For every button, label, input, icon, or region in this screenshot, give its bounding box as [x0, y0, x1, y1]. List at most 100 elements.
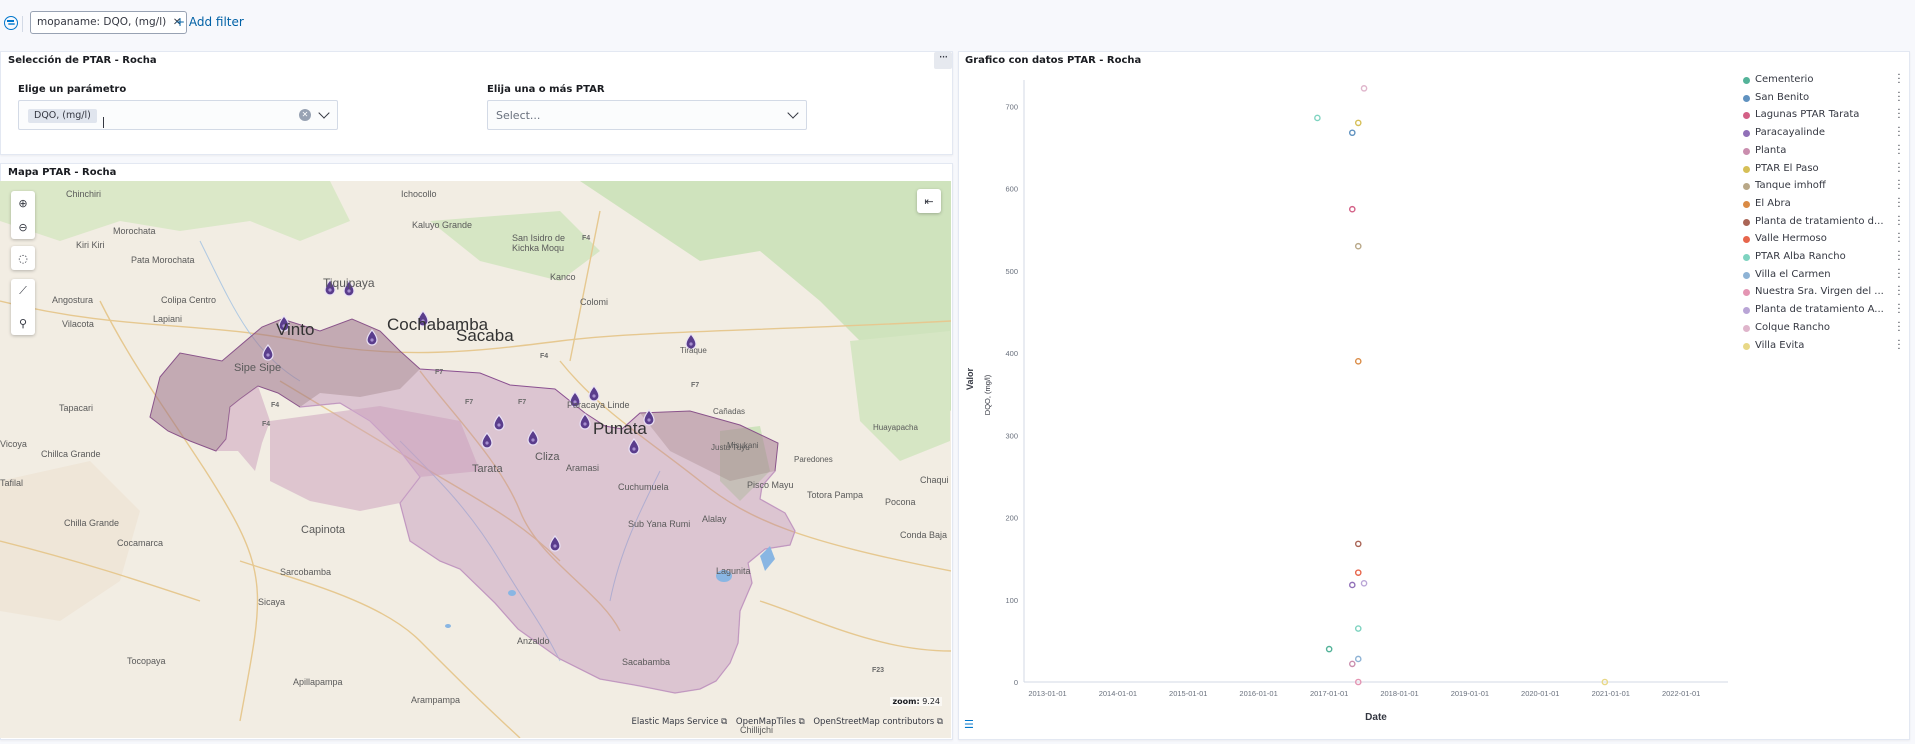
- legend-item[interactable]: San Benito · · ·: [1743, 88, 1901, 106]
- vertical-dots-icon[interactable]: · · ·: [1897, 106, 1901, 124]
- add-filter-button[interactable]: + Add filter: [175, 15, 244, 29]
- vertical-dots-icon[interactable]: · · ·: [1897, 301, 1901, 319]
- vertical-dots-icon[interactable]: · · ·: [1897, 177, 1901, 195]
- vertical-dots-icon[interactable]: · · ·: [1897, 283, 1901, 301]
- legend-label[interactable]: Tanque imhoff: [1755, 180, 1826, 191]
- place-label: Vinto: [276, 320, 314, 339]
- road-label: F4: [271, 402, 279, 409]
- ptar-combobox[interactable]: Select...: [487, 100, 807, 130]
- panel-title: Mapa PTAR - Rocha: [8, 167, 117, 178]
- legend-item[interactable]: Planta de tratamiento A... · · ·: [1743, 301, 1901, 319]
- place-label: Sacaba: [456, 326, 514, 345]
- legend-label[interactable]: Lagunas PTAR Tarata: [1755, 109, 1859, 120]
- parameter-combobox[interactable]: DQO, (mg/l) ✕: [18, 100, 338, 130]
- legend-item[interactable]: Cementerio · · ·: [1743, 71, 1901, 89]
- panel-options-icon[interactable]: ···: [934, 51, 952, 69]
- vertical-dots-icon[interactable]: · · ·: [1897, 194, 1901, 212]
- place-label: Sipe Sipe: [234, 362, 281, 374]
- place-label: Huayapacha: [873, 423, 918, 432]
- legend-item[interactable]: Tanque imhoff · · ·: [1743, 177, 1901, 195]
- vertical-dots-icon[interactable]: · · ·: [1897, 230, 1901, 248]
- filter-pill-label[interactable]: mopaname: DQO, (mg/l): [37, 16, 166, 28]
- legend-color-dot: [1743, 200, 1750, 208]
- legend-label[interactable]: El Abra: [1755, 198, 1791, 209]
- legend-label[interactable]: Paracayalinde: [1755, 127, 1825, 138]
- ptar-placeholder[interactable]: Select...: [496, 109, 540, 122]
- place-label: Tarata: [472, 463, 503, 475]
- legend-item[interactable]: Valle Hermoso · · ·: [1743, 230, 1901, 248]
- vertical-dots-icon[interactable]: · · ·: [1897, 212, 1901, 230]
- attribution-link-openmaptiles[interactable]: OpenMapTiles ⧉: [736, 717, 805, 727]
- place-label: Tapacari: [59, 403, 93, 413]
- legend-item[interactable]: Planta de tratamiento d... · · ·: [1743, 212, 1901, 230]
- draw-shape-icon[interactable]: ⚲: [11, 311, 35, 335]
- chevron-down-icon[interactable]: [318, 107, 330, 119]
- legend-color-dot: [1743, 218, 1750, 226]
- filter-menu-icon[interactable]: [4, 16, 18, 30]
- legend-item[interactable]: El Abra · · ·: [1743, 194, 1901, 212]
- legend-item[interactable]: Villa el Carmen · · ·: [1743, 265, 1901, 283]
- legend-label[interactable]: Colque Rancho: [1755, 322, 1830, 333]
- legend-label[interactable]: Planta: [1755, 145, 1786, 156]
- vertical-dots-icon[interactable]: · · ·: [1897, 71, 1901, 89]
- fit-to-data-icon[interactable]: ◌: [11, 246, 35, 270]
- place-label: Tocopaya: [127, 656, 166, 666]
- legend-item[interactable]: PTAR El Paso · · ·: [1743, 159, 1901, 177]
- place-label: Tiraque: [680, 346, 707, 355]
- ptar-label: Elija una o más PTAR: [487, 84, 605, 95]
- place-label: Kaluyo Grande: [412, 220, 472, 230]
- vertical-dots-icon[interactable]: · · ·: [1897, 318, 1901, 336]
- zoom-in-icon[interactable]: ⊕: [11, 191, 35, 215]
- place-label: Cuchumuela: [618, 482, 669, 492]
- collapse-layers-icon[interactable]: ⇤: [917, 189, 941, 213]
- chevron-down-icon[interactable]: [787, 107, 799, 119]
- legend-item[interactable]: Planta · · ·: [1743, 141, 1901, 159]
- legend-label[interactable]: PTAR El Paso: [1755, 163, 1819, 174]
- legend-label[interactable]: Villa el Carmen: [1755, 269, 1831, 280]
- legend-item[interactable]: Villa Evita · · ·: [1743, 336, 1901, 354]
- legend-label[interactable]: Cementerio: [1755, 74, 1813, 85]
- vertical-dots-icon[interactable]: · · ·: [1897, 265, 1901, 283]
- place-label: Chinchiri: [66, 189, 101, 199]
- legend-item[interactable]: Lagunas PTAR Tarata · · ·: [1743, 106, 1901, 124]
- vertical-dots-icon[interactable]: · · ·: [1897, 88, 1901, 106]
- place-label: Punata: [593, 419, 647, 438]
- road-label: F7: [465, 399, 473, 406]
- vertical-dots-icon[interactable]: · · ·: [1897, 159, 1901, 177]
- legend-item[interactable]: Nuestra Sra. Virgen del ... · · ·: [1743, 283, 1901, 301]
- list-icon[interactable]: ☰: [964, 719, 976, 731]
- legend-label[interactable]: Nuestra Sra. Virgen del ...: [1755, 286, 1884, 297]
- place-label: Sicaya: [258, 597, 285, 607]
- layer-toggle: ⇤: [917, 189, 941, 213]
- map-svg[interactable]: Chinchiri Ichocollo Kaluyo Grande San Isidr…: [0, 181, 951, 738]
- legend-label[interactable]: PTAR Alba Rancho: [1755, 251, 1846, 262]
- legend-color-dot: [1743, 324, 1750, 332]
- legend-label[interactable]: Planta de tratamiento d...: [1755, 216, 1884, 227]
- draw-distance-icon[interactable]: ⟋: [11, 279, 35, 303]
- legend-label[interactable]: San Benito: [1755, 92, 1809, 103]
- selected-parameter-chip[interactable]: DQO, (mg/l): [28, 109, 97, 123]
- legend-label[interactable]: Planta de tratamiento A...: [1755, 304, 1884, 315]
- zoom-readout-value: 9.24: [922, 697, 940, 706]
- vertical-dots-icon[interactable]: · · ·: [1897, 141, 1901, 159]
- legend-item[interactable]: Paracayalinde · · ·: [1743, 124, 1901, 142]
- vertical-dots-icon[interactable]: · · ·: [1897, 336, 1901, 354]
- draw-tools: ⟋ ⚲: [11, 279, 35, 335]
- legend-label[interactable]: Valle Hermoso: [1755, 233, 1827, 244]
- filter-pill[interactable]: mopaname: DQO, (mg/l) ✕: [30, 11, 188, 34]
- legend-label[interactable]: Villa Evita: [1755, 340, 1804, 351]
- attribution-link-ems[interactable]: Elastic Maps Service ⧉: [632, 717, 728, 727]
- place-label: Lapiani: [153, 314, 182, 324]
- clear-icon[interactable]: ✕: [299, 109, 311, 121]
- vertical-dots-icon[interactable]: · · ·: [1897, 248, 1901, 266]
- vertical-dots-icon[interactable]: · · ·: [1897, 124, 1901, 142]
- legend-item[interactable]: Colque Rancho · · ·: [1743, 318, 1901, 336]
- zoom-out-icon[interactable]: ⊖: [11, 215, 35, 239]
- attribution-link-osm[interactable]: OpenStreetMap contributors ⧉: [813, 717, 943, 727]
- filter-divider: [22, 16, 23, 32]
- place-label: Conda Baja: [900, 530, 947, 540]
- legend-item[interactable]: PTAR Alba Rancho · · ·: [1743, 248, 1901, 266]
- zoom-controls: ⊕ ⊖: [11, 191, 35, 239]
- map-canvas[interactable]: Chinchiri Ichocollo Kaluyo Grande San Isidr…: [0, 181, 951, 738]
- place-label: Anzaldo: [517, 636, 550, 646]
